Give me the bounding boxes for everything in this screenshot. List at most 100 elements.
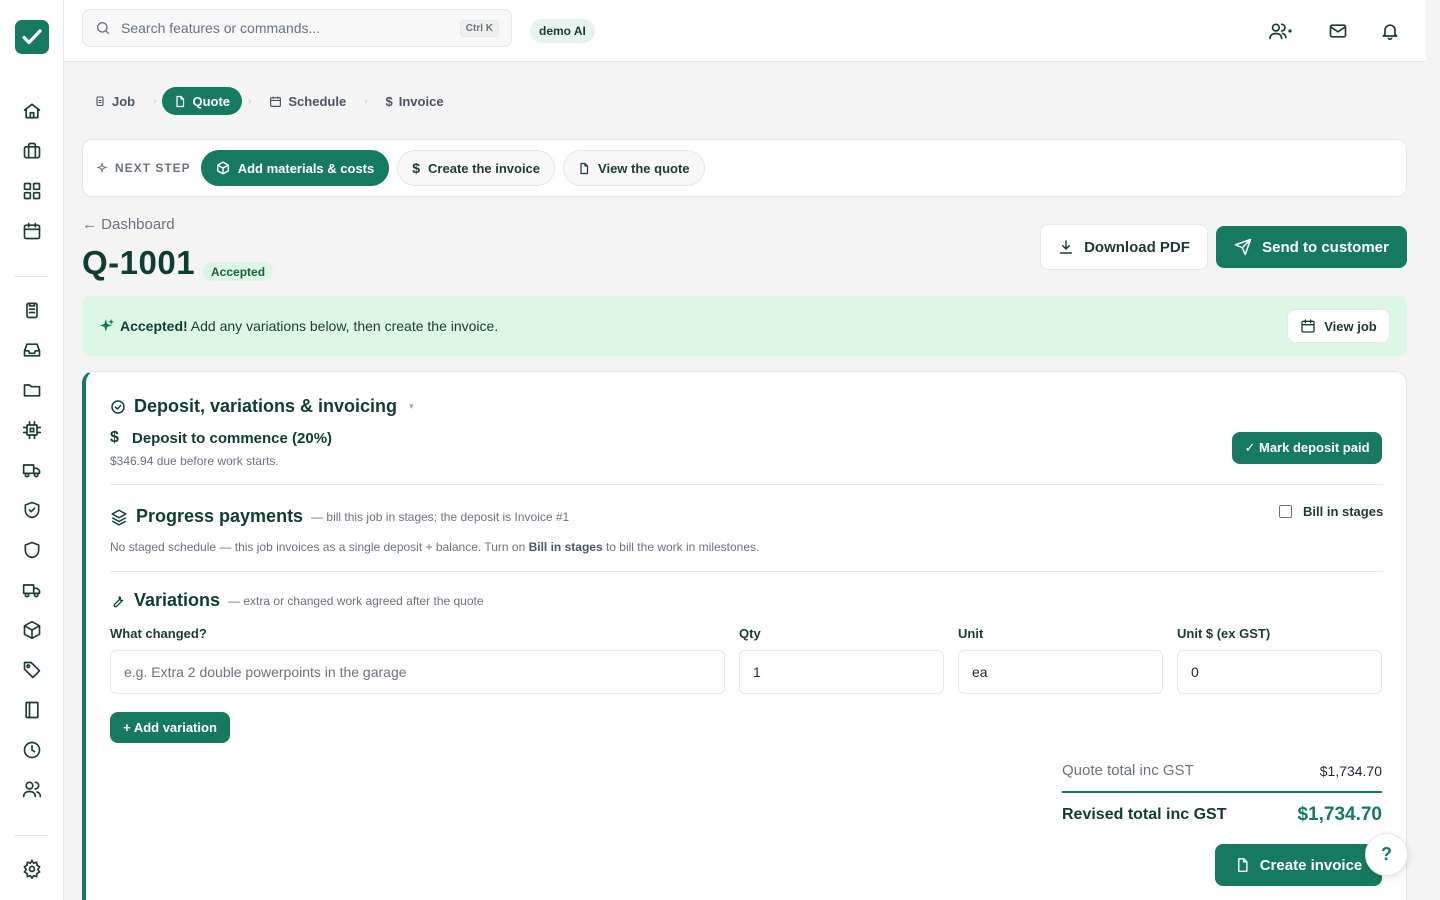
clipboard-icon[interactable]	[20, 298, 44, 322]
grid-icon[interactable]	[20, 179, 44, 203]
search-input[interactable]	[121, 20, 460, 36]
sidebar-divider	[14, 276, 48, 277]
add-variation-button[interactable]: + Add variation	[110, 712, 230, 743]
step-schedule[interactable]: Schedule	[257, 87, 358, 115]
variations-subtitle: — extra or changed work agreed after the…	[228, 593, 484, 608]
step-quote[interactable]: Quote	[162, 87, 243, 115]
step-label: Schedule	[288, 93, 347, 109]
shortcut-hint: Ctrl K	[459, 19, 499, 37]
book-icon[interactable]	[20, 698, 44, 722]
column-header: Unit	[958, 626, 984, 641]
file-icon	[1237, 858, 1248, 872]
team-icon[interactable]	[1268, 19, 1292, 43]
button-label: Send to customer	[1262, 238, 1389, 256]
next-step-text: NEXT STEP	[115, 161, 191, 175]
quote-total-value: $1,734.70	[1319, 762, 1382, 779]
variation-qty-input[interactable]	[739, 650, 944, 694]
download-icon	[1060, 240, 1073, 254]
deposit-subtitle: $346.94 due before work starts.	[110, 454, 279, 468]
bill-in-stages-toggle[interactable]: Bill in stages	[1279, 504, 1383, 519]
chevron-right-icon: ›	[364, 95, 368, 107]
tag-icon[interactable]	[20, 658, 44, 682]
progress-note: No staged schedule — this job invoices a…	[110, 540, 759, 554]
invoicing-section-title[interactable]: Deposit, variations & invoicing ▾	[110, 396, 414, 417]
column-header: Qty	[739, 626, 761, 641]
send-icon	[1234, 238, 1252, 256]
search-bar[interactable]: Ctrl K	[82, 9, 512, 47]
app-logo[interactable]	[15, 20, 49, 54]
send-to-customer-button[interactable]: Send to customer	[1216, 226, 1407, 268]
chevron-down-icon: ▾	[409, 401, 414, 411]
clipboard-icon	[96, 96, 104, 107]
quote-total-label: Quote total inc GST	[1062, 762, 1194, 779]
calendar-icon[interactable]	[20, 219, 44, 243]
revised-total-value: $1,734.70	[1297, 804, 1382, 825]
org-badge[interactable]: demo AI	[530, 19, 595, 43]
deposit-title: Deposit to commence (20%)	[132, 429, 333, 447]
folder-icon[interactable]	[20, 378, 44, 402]
chevron-right-icon: ›	[248, 95, 252, 107]
dollar-icon: $	[412, 160, 421, 176]
back-to-dashboard-link[interactable]: ← Dashboard	[82, 216, 175, 233]
home-icon[interactable]	[20, 99, 44, 123]
banner-strong: Accepted!	[120, 318, 188, 334]
settings-icon[interactable]	[20, 857, 44, 881]
shield-check-icon[interactable]	[20, 498, 44, 522]
layers-icon	[111, 509, 127, 526]
wrench-icon	[113, 595, 124, 607]
button-label: Download PDF	[1084, 238, 1190, 256]
download-pdf-button[interactable]: Download PDF	[1040, 224, 1208, 270]
progress-subtitle: — bill this job in stages; the deposit i…	[311, 509, 570, 524]
sidebar	[0, 0, 64, 900]
step-job[interactable]: Job	[82, 87, 147, 115]
variation-unit-input[interactable]	[958, 650, 1163, 694]
page-title: Q-1001	[82, 244, 196, 281]
add-materials-button[interactable]: Add materials & costs	[200, 150, 390, 186]
inbox-icon[interactable]	[20, 338, 44, 362]
view-job-button[interactable]: View job	[1287, 309, 1390, 343]
create-invoice-button[interactable]: Create invoice	[1215, 844, 1382, 886]
create-invoice-shortcut-button[interactable]: $ Create the invoice	[397, 150, 556, 186]
truck-icon[interactable]	[20, 458, 44, 482]
accepted-banner: Accepted! Add any variations below, then…	[82, 296, 1407, 356]
chevron-right-icon: ›	[153, 95, 157, 107]
variations-heading: Variations — extra or changed work agree…	[110, 590, 484, 611]
button-label: Create the invoice	[428, 160, 541, 176]
scrollbar-track[interactable]	[1426, 0, 1440, 900]
delivery-truck-icon[interactable]	[20, 578, 44, 602]
chip-icon[interactable]	[20, 418, 44, 442]
totals-divider	[1062, 791, 1382, 793]
mail-icon[interactable]	[1328, 19, 1352, 43]
deposit-heading: $ Deposit to commence (20%)	[110, 429, 332, 447]
progress-payments-heading: Progress payments — bill this job in sta…	[110, 506, 569, 527]
section-divider	[110, 571, 1383, 572]
step-label: Job	[112, 93, 136, 109]
calendar-icon	[270, 96, 282, 107]
step-invoice[interactable]: $ Invoice	[374, 87, 456, 115]
briefcase-icon[interactable]	[20, 139, 44, 163]
variation-unit-price-input[interactable]	[1177, 650, 1382, 694]
note-text: to bill the work in milestones.	[602, 540, 760, 554]
next-step-label: NEXT STEP	[97, 161, 191, 175]
users-icon[interactable]	[20, 777, 44, 801]
step-label: Quote	[192, 93, 231, 109]
clock-icon[interactable]	[20, 738, 44, 762]
help-button[interactable]: ?	[1365, 833, 1408, 876]
shield-icon[interactable]	[20, 538, 44, 562]
view-quote-button[interactable]: View the quote	[563, 150, 705, 186]
box-icon[interactable]	[20, 618, 44, 642]
mark-deposit-paid-button[interactable]: ✓ Mark deposit paid	[1232, 432, 1382, 464]
topbar: Ctrl K demo AI	[64, 0, 1426, 62]
button-label: View job	[1324, 318, 1377, 334]
button-label: View the quote	[598, 160, 690, 176]
bell-icon[interactable]	[1380, 19, 1404, 43]
file-icon	[580, 162, 589, 174]
section-divider	[110, 484, 1383, 485]
search-icon	[95, 20, 111, 36]
button-label: Create invoice	[1259, 856, 1363, 874]
variation-description-input[interactable]	[110, 650, 725, 694]
bill-in-stages-checkbox[interactable]	[1279, 505, 1292, 518]
column-header: What changed?	[110, 626, 207, 641]
quote-total-row: Quote total inc GST $1,734.70	[1062, 762, 1382, 779]
column-header: Unit $ (ex GST)	[1177, 626, 1271, 641]
